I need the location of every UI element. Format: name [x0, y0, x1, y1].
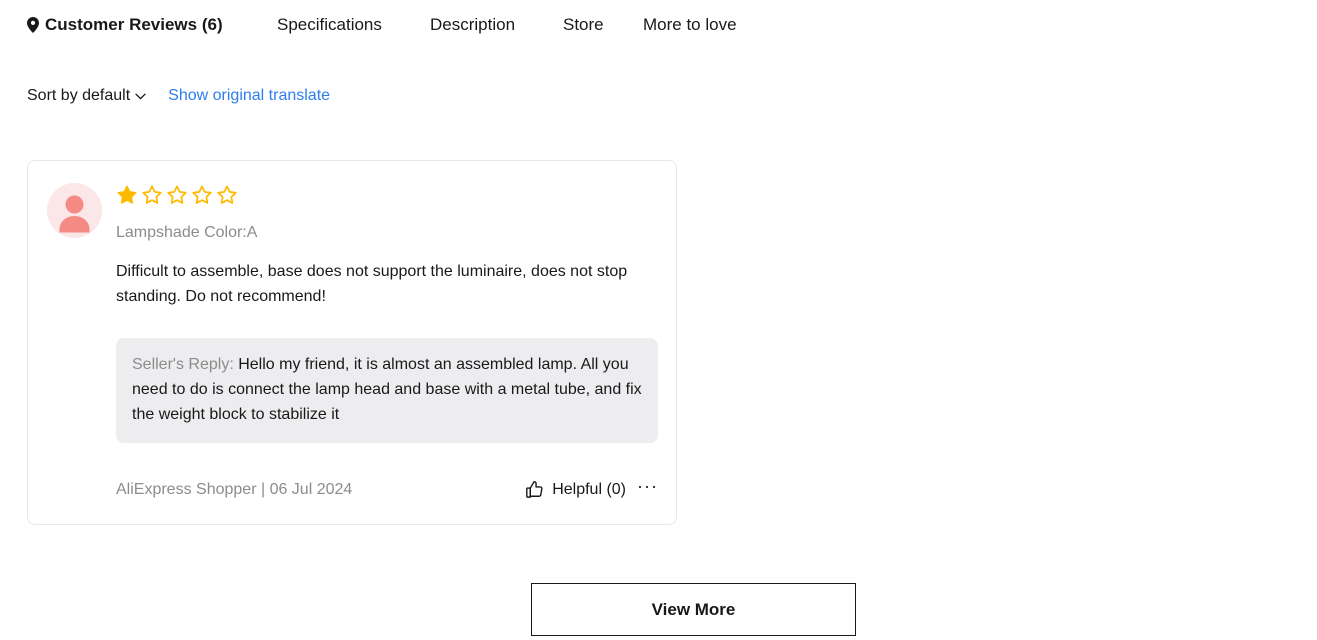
tab-customer-reviews-label: Customer Reviews (6)	[45, 15, 223, 34]
star-rating	[116, 184, 238, 206]
review-controls: Sort by default Show original translate	[27, 88, 330, 104]
more-horizontal-icon[interactable]: ···	[637, 477, 658, 495]
show-original-translate-link[interactable]: Show original translate	[168, 88, 330, 104]
star-icon-empty	[167, 185, 187, 204]
sort-by-dropdown[interactable]: Sort by default	[27, 88, 146, 104]
helpful-group: Helpful (0) ···	[524, 477, 658, 500]
star-icon-empty	[192, 185, 212, 204]
tab-customer-reviews[interactable]: Customer Reviews (6)	[27, 16, 223, 33]
helpful-label[interactable]: Helpful (0)	[552, 481, 626, 498]
review-sku: Lampshade Color:A	[116, 224, 258, 241]
chevron-down-icon	[135, 93, 146, 100]
star-icon-empty	[142, 185, 162, 204]
user-avatar-icon	[59, 195, 90, 233]
tab-specifications[interactable]: Specifications	[277, 16, 382, 33]
star-icon-empty	[217, 185, 237, 204]
section-nav: Customer Reviews (6) Specifications Desc…	[0, 0, 1317, 52]
tab-more-to-love[interactable]: More to love	[643, 16, 737, 33]
review-body: Difficult to assemble, base does not sup…	[116, 263, 628, 305]
location-pin-icon	[27, 16, 39, 33]
tab-store[interactable]: Store	[563, 16, 604, 33]
avatar	[47, 183, 102, 238]
seller-reply: Seller's Reply: Hello my friend, it is a…	[116, 338, 658, 443]
star-icon-filled	[117, 185, 137, 204]
review-footer: AliExpress Shopper | 06 Jul 2024 Helpful…	[116, 477, 658, 500]
review-card: Lampshade Color:A Difficult to assemble,…	[27, 160, 677, 525]
seller-reply-label: Seller's Reply:	[132, 356, 234, 373]
sort-by-label: Sort by default	[27, 87, 131, 104]
view-more-button[interactable]: View More	[531, 583, 856, 636]
thumbs-up-icon[interactable]	[524, 479, 545, 500]
tab-description[interactable]: Description	[430, 16, 515, 33]
reviewer-meta: AliExpress Shopper | 06 Jul 2024	[116, 480, 353, 498]
